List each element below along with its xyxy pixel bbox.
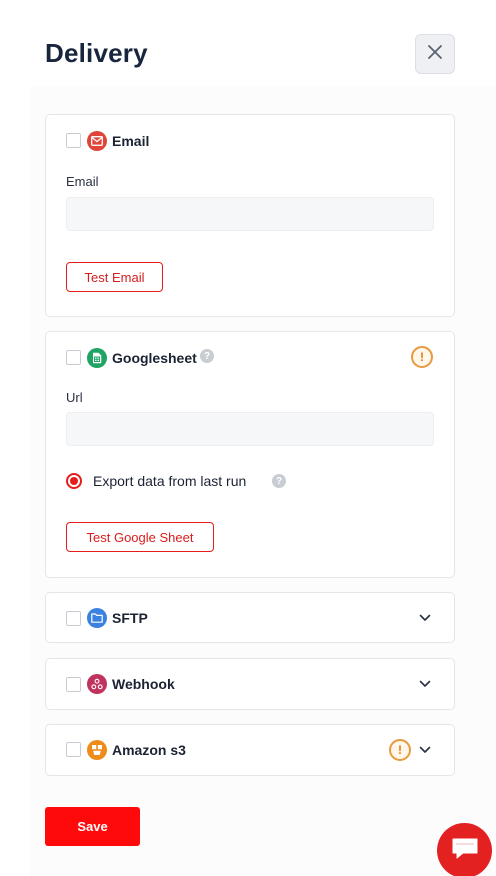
webhook-icon — [87, 674, 107, 694]
url-field[interactable] — [66, 412, 434, 446]
chat-button[interactable] — [437, 823, 492, 876]
sftp-label: SFTP — [112, 610, 148, 626]
sheet-icon — [87, 348, 107, 368]
amazon-s3-checkbox[interactable] — [66, 742, 81, 757]
help-icon[interactable]: ? — [200, 349, 214, 363]
page-title: Delivery — [45, 38, 148, 68]
amazon-s3-label: Amazon s3 — [112, 742, 186, 758]
url-field-label: Url — [66, 390, 83, 405]
export-last-run-label: Export data from last run — [93, 473, 247, 489]
webhook-label: Webhook — [112, 676, 175, 692]
sftp-card[interactable]: SFTP — [45, 592, 455, 643]
save-button[interactable]: Save — [45, 807, 140, 846]
help-icon[interactable]: ? — [272, 474, 286, 488]
chevron-down-icon[interactable] — [418, 677, 432, 691]
export-last-run-radio[interactable] — [66, 473, 82, 489]
test-google-sheet-button[interactable]: Test Google Sheet — [66, 522, 214, 552]
chevron-down-icon[interactable] — [418, 611, 432, 625]
googlesheet-card: Googlesheet ? ! Url Export data from las… — [45, 331, 455, 578]
folder-icon — [87, 608, 107, 628]
chat-icon — [451, 836, 479, 865]
s3-bucket-icon — [87, 740, 107, 760]
email-card: Email Email Test Email — [45, 114, 455, 317]
sftp-checkbox[interactable] — [66, 611, 81, 626]
warning-icon[interactable]: ! — [389, 739, 411, 761]
close-button[interactable] — [415, 34, 455, 74]
googlesheet-label: Googlesheet — [112, 350, 197, 366]
amazon-s3-card[interactable]: Amazon s3 ! — [45, 724, 455, 776]
close-icon — [427, 44, 443, 65]
email-checkbox[interactable] — [66, 133, 81, 148]
email-field-label: Email — [66, 174, 99, 189]
warning-icon[interactable]: ! — [411, 346, 433, 368]
chevron-down-icon[interactable] — [418, 743, 432, 757]
googlesheet-checkbox[interactable] — [66, 350, 81, 365]
webhook-checkbox[interactable] — [66, 677, 81, 692]
email-field[interactable] — [66, 197, 434, 231]
email-label: Email — [112, 133, 150, 149]
webhook-card[interactable]: Webhook — [45, 658, 455, 710]
mail-icon — [87, 131, 107, 151]
test-email-button[interactable]: Test Email — [66, 262, 163, 292]
radio-selected-dot — [70, 477, 78, 485]
